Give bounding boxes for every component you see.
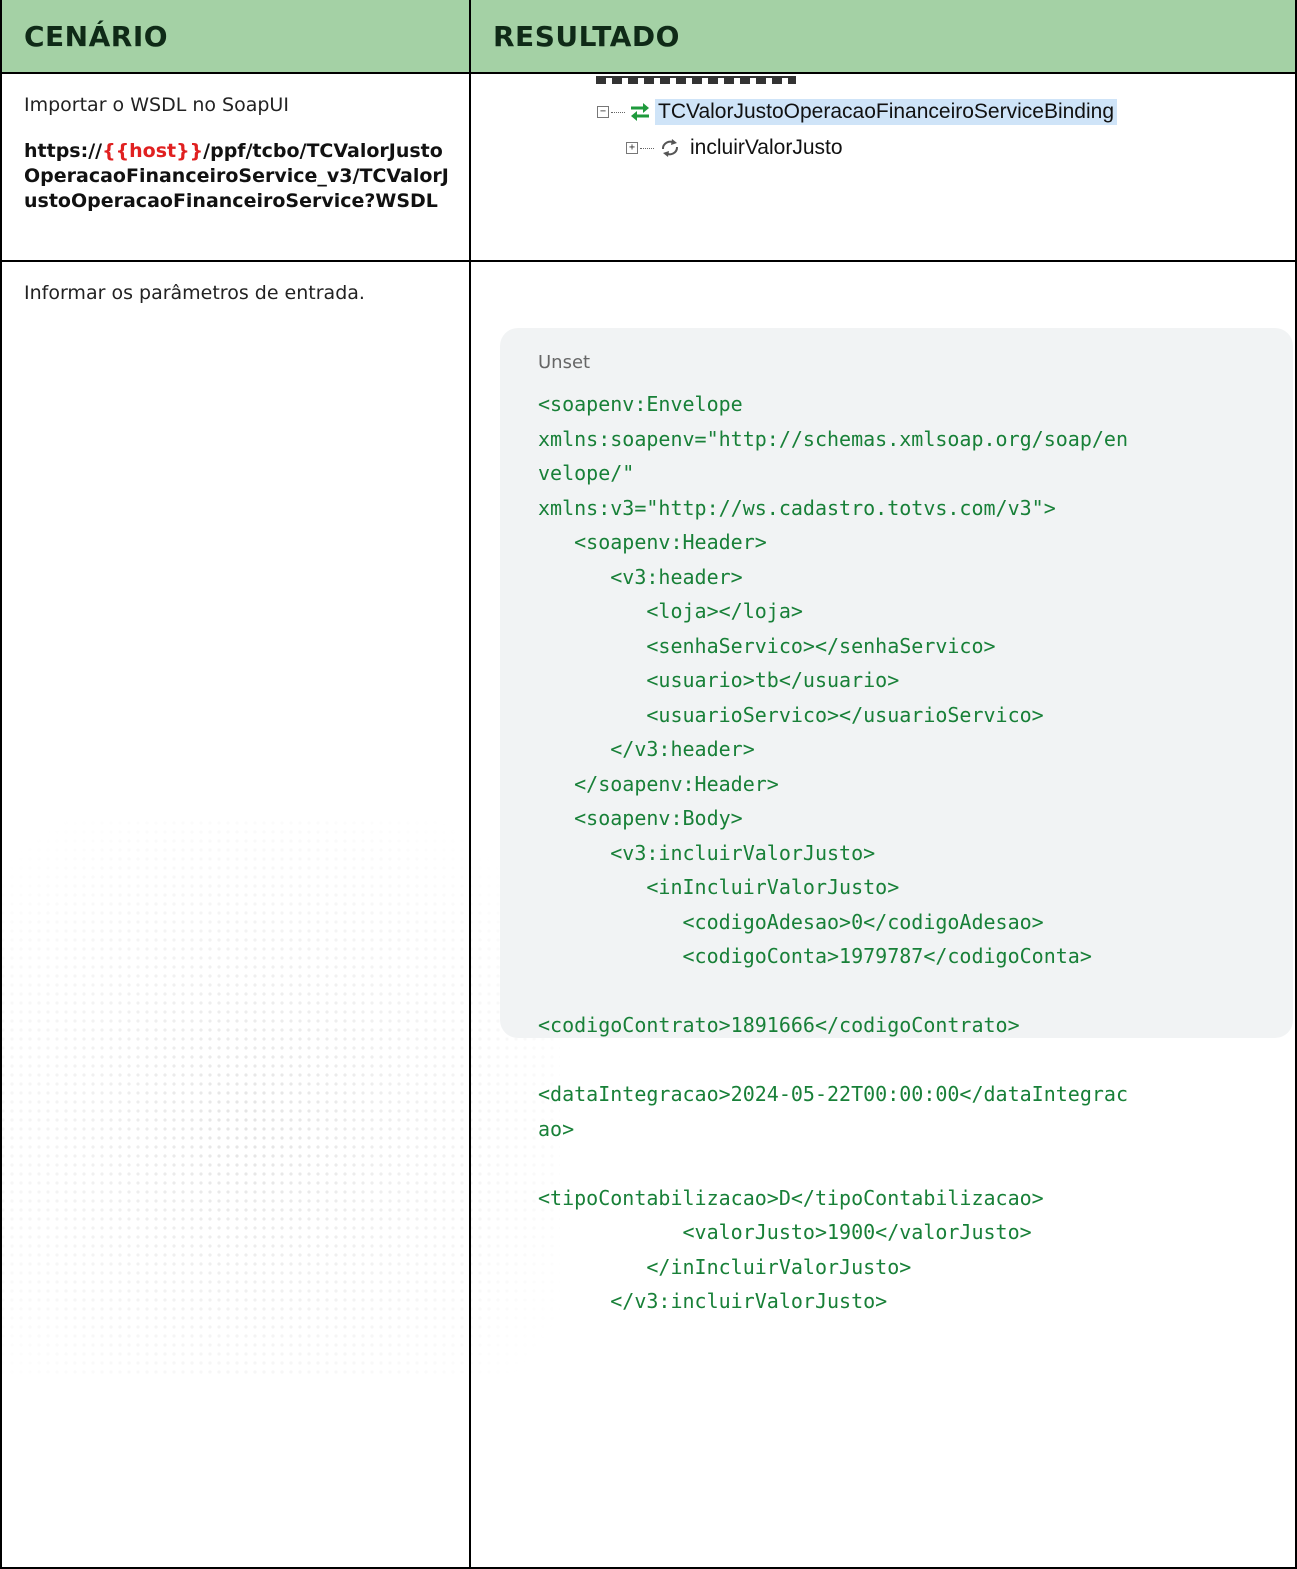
table-row: Importar o WSDL no SoapUI https://{{host… <box>0 72 1297 262</box>
code-line: </soapenv:Header> <box>538 771 779 796</box>
scenario-cell-1: Importar o WSDL no SoapUI https://{{host… <box>0 72 471 262</box>
tree-label-operation: incluirValorJusto <box>690 136 843 159</box>
wsdl-url: https://{{host}}/ppf/tcbo/TCValorJustoOp… <box>24 139 453 214</box>
scenario-text-import: Importar o WSDL no SoapUI <box>24 94 289 116</box>
code-line: <tipoContabilizacao>D</tipoContabilizaca… <box>538 1185 1044 1210</box>
tree-label-binding: TCValorJustoOperacaoFinanceiroServiceBin… <box>655 99 1118 125</box>
code-line: <v3:incluirValorJusto> <box>538 840 876 865</box>
tree-cropped-row <box>596 76 816 86</box>
code-line: </v3:incluirValorJusto> <box>538 1289 888 1313</box>
code-line: xmlns:v3="http://ws.cadastro.totvs.com/v… <box>538 495 1056 520</box>
code-line: <codigoContrato>1891666</codigoContrato> <box>538 1013 1020 1037</box>
code-line: ao> <box>538 1116 575 1141</box>
header-cell-scenario: CENÁRIO <box>0 0 471 74</box>
header-scenario: CENÁRIO <box>24 19 169 53</box>
tree-node-binding[interactable]: − TCValorJustoOperacaoFinanceiroServiceB… <box>597 99 1118 125</box>
url-prefix: https:// <box>24 140 103 162</box>
code-line: <usuarioServico></usuarioServico> <box>538 702 1044 727</box>
tree-node-operation[interactable]: + incluirValorJusto <box>626 136 843 160</box>
code-line: <inIncluirValorJusto> <box>538 875 900 899</box>
table-row: Informar os parâmetros de entrada. Unset… <box>0 260 1297 1569</box>
code-line: <valorJusto>1900</valorJusto> <box>538 1220 1032 1244</box>
soapui-tree-screenshot: − TCValorJustoOperacaoFinanceiroServiceB… <box>471 74 1295 260</box>
table-header-row: CENÁRIO RESULTADO <box>0 0 1297 74</box>
scenario-text-params: Informar os parâmetros de entrada. <box>24 282 365 304</box>
scenario-result-table: CENÁRIO RESULTADO Importar o WSDL no Soa… <box>0 0 1297 1569</box>
code-line: <dataIntegracao>2024-05-22T00:00:00</dat… <box>538 1082 1129 1106</box>
code-line: <soapenv:Envelope <box>538 392 743 416</box>
code-line: <usuario>tb</usuario> <box>538 668 900 692</box>
header-result: RESULTADO <box>493 19 680 53</box>
tree-connector <box>611 111 625 113</box>
code-line: </inIncluirValorJusto> <box>538 1254 912 1279</box>
code-line: </v3:header> <box>538 737 755 761</box>
code-block: Unset <soapenv:Envelope xmlns:soapenv="ht… <box>500 328 1293 1313</box>
result-cell-2: Unset <soapenv:Envelope xmlns:soapenv="ht… <box>469 260 1297 1569</box>
scenario-cell-2: Informar os parâmetros de entrada. <box>0 260 471 1569</box>
collapse-icon[interactable]: − <box>597 106 609 118</box>
code-line: <soapenv:Body> <box>538 806 743 830</box>
swap-arrows-icon <box>631 103 649 121</box>
header-cell-result: RESULTADO <box>469 0 1297 74</box>
result-cell-1: − TCValorJustoOperacaoFinanceiroServiceB… <box>469 72 1297 262</box>
code-line: <v3:header> <box>538 564 743 589</box>
code-lines: <soapenv:Envelope xmlns:soapenv="http://s… <box>538 387 1293 1319</box>
code-line: <loja></loja> <box>538 599 803 623</box>
cycle-arrows-icon <box>662 139 678 157</box>
code-line: <codigoConta>1979787</codigoConta> <box>538 944 1092 968</box>
url-host: {{host}} <box>102 140 204 162</box>
code-line: xmlns:soapenv="http://schemas.xmlsoap.or… <box>538 426 1129 451</box>
code-line: <soapenv:Header> <box>538 530 767 554</box>
code-line: <senhaServico></senhaServico> <box>538 633 996 658</box>
code-language-label: Unset <box>538 352 591 373</box>
tree-connector <box>640 147 654 149</box>
code-line: <codigoAdesao>0</codigoAdesao> <box>538 909 1044 934</box>
code-line: velope/" <box>538 461 635 485</box>
expand-icon[interactable]: + <box>626 142 638 154</box>
